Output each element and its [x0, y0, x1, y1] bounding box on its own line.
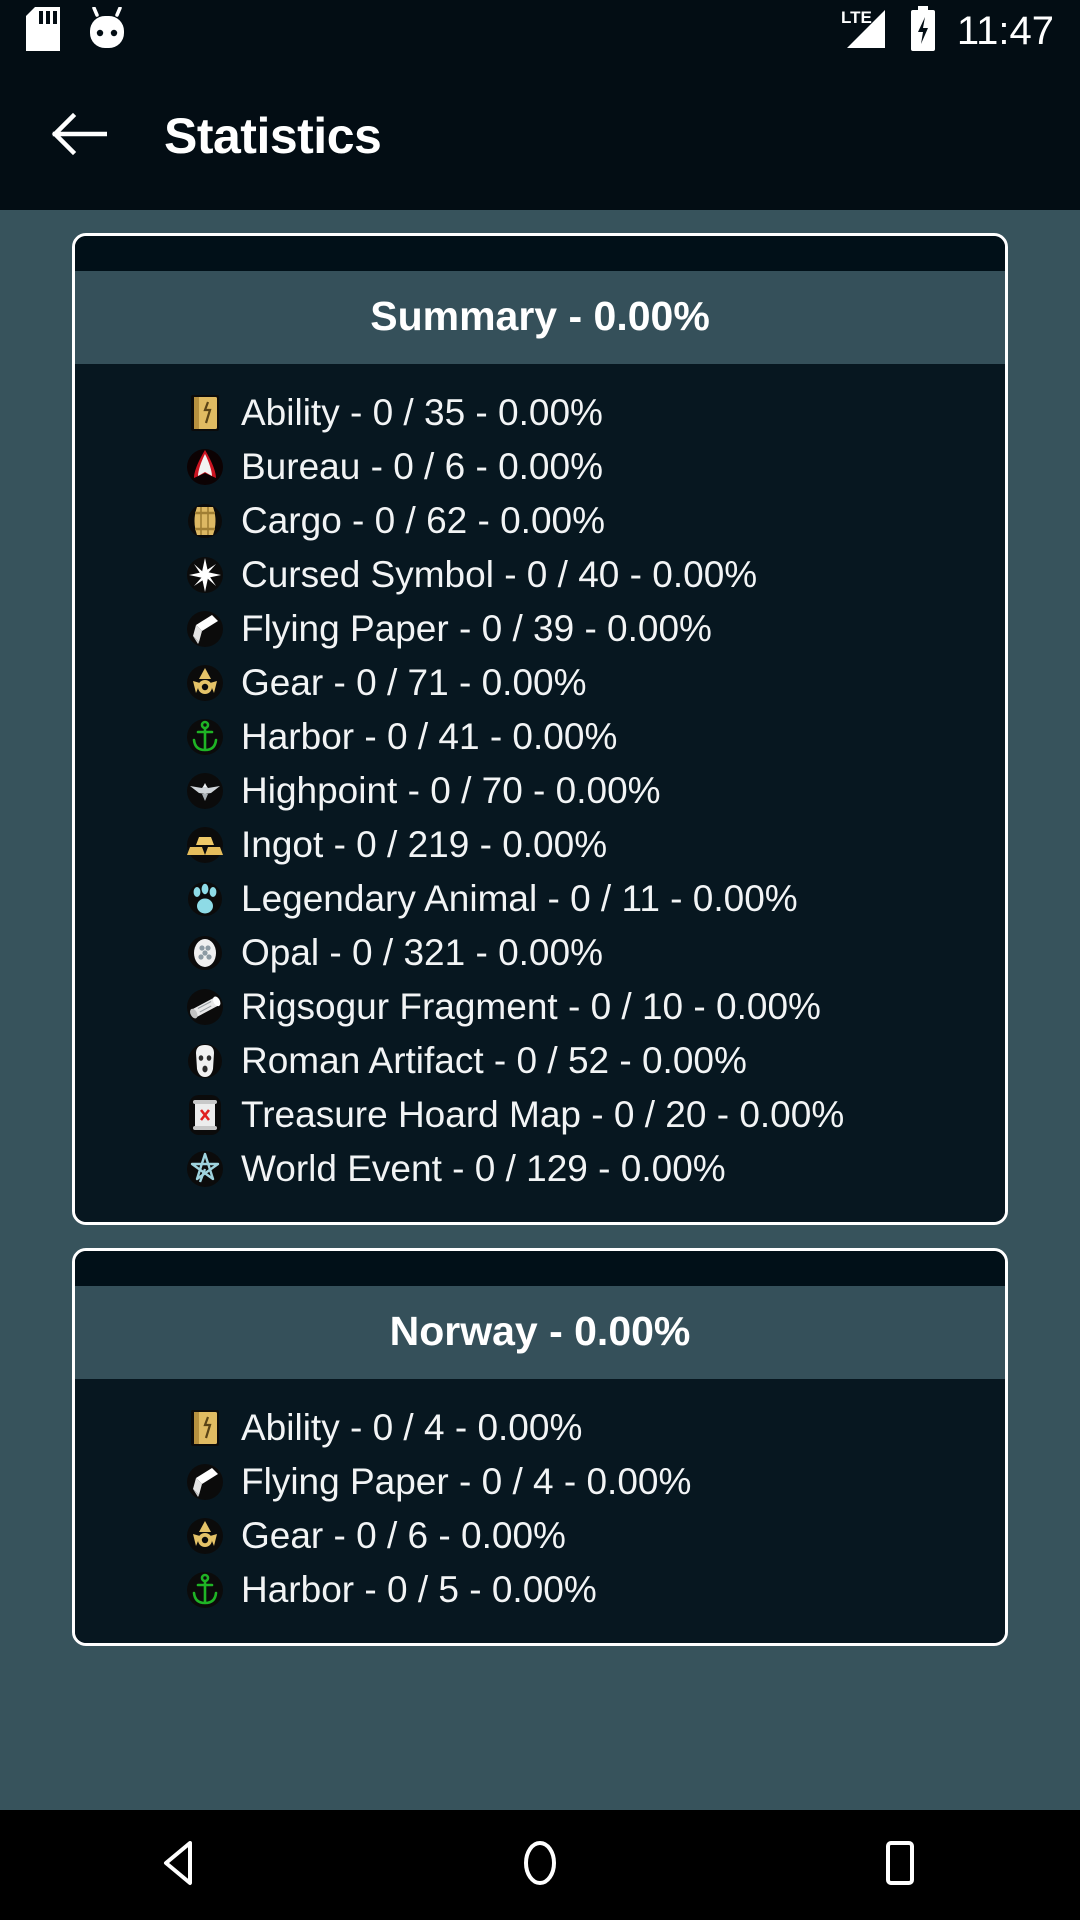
rigsogur-scroll-icon	[183, 985, 227, 1029]
ingot-bars-icon	[183, 823, 227, 867]
list-item[interactable]: Gear - 0 / 71 - 0.00%	[75, 656, 1005, 710]
world-event-icon	[183, 1147, 227, 1191]
gear-icon	[183, 1514, 227, 1558]
list-item[interactable]: Cursed Symbol - 0 / 40 - 0.00%	[75, 548, 1005, 602]
list-item[interactable]: Flying Paper - 0 / 39 - 0.00%	[75, 602, 1005, 656]
bureau-insignia-icon	[183, 445, 227, 489]
list-item-label: Roman Artifact - 0 / 52 - 0.00%	[241, 1040, 747, 1082]
list-item[interactable]: Bureau - 0 / 6 - 0.00%	[75, 440, 1005, 494]
cursed-symbol-icon	[183, 553, 227, 597]
card-body-summary: Ability - 0 / 35 - 0.00% Bureau - 0 / 6 …	[75, 364, 1005, 1222]
list-item-label: Treasure Hoard Map - 0 / 20 - 0.00%	[241, 1094, 845, 1136]
list-item[interactable]: Highpoint - 0 / 70 - 0.00%	[75, 764, 1005, 818]
list-item-label: Cargo - 0 / 62 - 0.00%	[241, 500, 606, 542]
opal-gem-icon	[183, 931, 227, 975]
list-item-label: Harbor - 0 / 5 - 0.00%	[241, 1569, 597, 1611]
harbor-anchor-icon	[183, 715, 227, 759]
page-title: Statistics	[164, 108, 382, 164]
highpoint-eagle-icon	[183, 769, 227, 813]
cargo-barrel-icon	[183, 499, 227, 543]
list-item-label: Cursed Symbol - 0 / 40 - 0.00%	[241, 554, 758, 596]
app-bar: Statistics	[0, 62, 1080, 210]
list-item-label: Flying Paper - 0 / 39 - 0.00%	[241, 608, 712, 650]
back-triangle-icon	[158, 1839, 202, 1892]
signal-bar-icon: LTE	[839, 6, 895, 57]
stat-card-norway: Norway - 0.00% Ability - 0 / 4 - 0.00% F…	[72, 1248, 1008, 1646]
flying-paper-icon	[183, 607, 227, 651]
list-item[interactable]: Gear - 0 / 6 - 0.00%	[75, 1509, 1005, 1563]
card-top-strip	[75, 1251, 1005, 1286]
status-bar-right-icons: LTE 11:47	[839, 5, 1054, 57]
list-item-label: Ingot - 0 / 219 - 0.00%	[241, 824, 608, 866]
list-item[interactable]: Opal - 0 / 321 - 0.00%	[75, 926, 1005, 980]
card-top-strip	[75, 236, 1005, 271]
legendary-animal-paw-icon	[183, 877, 227, 921]
list-item[interactable]: Treasure Hoard Map - 0 / 20 - 0.00%	[75, 1088, 1005, 1142]
list-item-label: Gear - 0 / 6 - 0.00%	[241, 1515, 566, 1557]
list-item[interactable]: Ingot - 0 / 219 - 0.00%	[75, 818, 1005, 872]
card-header-label: Norway - 0.00%	[389, 1308, 691, 1354]
list-item-label: Highpoint - 0 / 70 - 0.00%	[241, 770, 661, 812]
list-item-label: Rigsogur Fragment - 0 / 10 - 0.00%	[241, 986, 821, 1028]
recents-square-icon	[880, 1838, 920, 1893]
list-item-label: Ability - 0 / 4 - 0.00%	[241, 1407, 583, 1449]
list-item-label: Flying Paper - 0 / 4 - 0.00%	[241, 1461, 692, 1503]
card-header-label: Summary - 0.00%	[370, 293, 710, 339]
nav-back-button[interactable]	[105, 1810, 255, 1920]
list-item-label: Bureau - 0 / 6 - 0.00%	[241, 446, 603, 488]
list-item[interactable]: Harbor - 0 / 41 - 0.00%	[75, 710, 1005, 764]
statistics-scroll-area[interactable]: Summary - 0.00% Ability - 0 / 35 - 0.00%	[0, 210, 1080, 1810]
list-item[interactable]: Cargo - 0 / 62 - 0.00%	[75, 494, 1005, 548]
android-marshmallow-icon	[86, 5, 128, 56]
list-item[interactable]: Legendary Animal - 0 / 11 - 0.00%	[75, 872, 1005, 926]
list-item[interactable]: World Event - 0 / 129 - 0.00%	[75, 1142, 1005, 1196]
stat-card-summary: Summary - 0.00% Ability - 0 / 35 - 0.00%	[72, 233, 1008, 1225]
gear-icon	[183, 661, 227, 705]
list-item[interactable]: Rigsogur Fragment - 0 / 10 - 0.00%	[75, 980, 1005, 1034]
status-bar-left-icons	[26, 5, 128, 56]
card-body-norway: Ability - 0 / 4 - 0.00% Flying Paper - 0…	[75, 1379, 1005, 1643]
list-item-label: World Event - 0 / 129 - 0.00%	[241, 1148, 726, 1190]
list-item-label: Legendary Animal - 0 / 11 - 0.00%	[241, 878, 798, 920]
list-item[interactable]: Harbor - 0 / 5 - 0.00%	[75, 1563, 1005, 1617]
list-item-label: Harbor - 0 / 41 - 0.00%	[241, 716, 618, 758]
roman-artifact-mask-icon	[183, 1039, 227, 1083]
list-item[interactable]: Roman Artifact - 0 / 52 - 0.00%	[75, 1034, 1005, 1088]
list-item-label: Opal - 0 / 321 - 0.00%	[241, 932, 603, 974]
nav-home-button[interactable]	[465, 1810, 615, 1920]
battery-charging-icon	[909, 5, 937, 57]
treasure-hoard-map-icon	[183, 1093, 227, 1137]
svg-text:LTE: LTE	[841, 8, 872, 27]
back-arrow-icon	[51, 112, 108, 161]
back-button[interactable]	[42, 99, 116, 173]
ability-book-icon	[183, 1406, 227, 1450]
list-item-label: Ability - 0 / 35 - 0.00%	[241, 392, 603, 434]
android-navigation-bar	[0, 1810, 1080, 1920]
home-circle-icon	[516, 1837, 564, 1894]
list-item[interactable]: Flying Paper - 0 / 4 - 0.00%	[75, 1455, 1005, 1509]
card-header-summary[interactable]: Summary - 0.00%	[75, 271, 1005, 364]
list-item[interactable]: Ability - 0 / 4 - 0.00%	[75, 1401, 1005, 1455]
list-item-label: Gear - 0 / 71 - 0.00%	[241, 662, 587, 704]
ability-book-icon	[183, 391, 227, 435]
list-item[interactable]: Ability - 0 / 35 - 0.00%	[75, 386, 1005, 440]
card-header-norway[interactable]: Norway - 0.00%	[75, 1286, 1005, 1379]
status-bar-clock: 11:47	[956, 9, 1054, 53]
status-bar: LTE 11:47	[0, 0, 1080, 62]
sd-card-icon	[26, 6, 60, 56]
harbor-anchor-icon	[183, 1568, 227, 1612]
nav-recents-button[interactable]	[825, 1810, 975, 1920]
flying-paper-icon	[183, 1460, 227, 1504]
